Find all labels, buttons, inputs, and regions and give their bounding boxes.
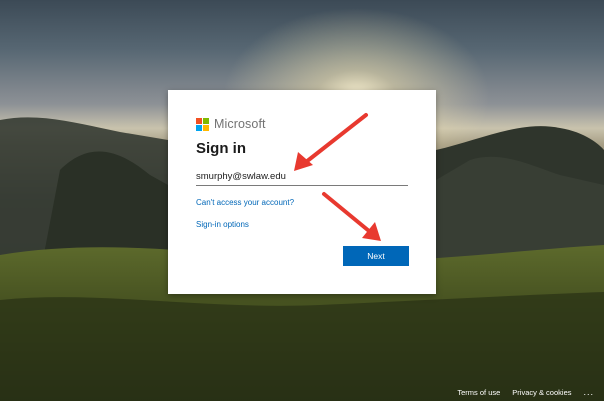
sign-in-page: Microsoft Sign in Can't access your acco… [0,0,604,401]
logo-square-blue [196,124,202,131]
sign-in-card: Microsoft Sign in Can't access your acco… [168,90,436,294]
logo-square-green [203,117,209,124]
microsoft-brand: Microsoft [196,117,266,131]
page-title: Sign in [196,140,246,157]
more-options-icon[interactable]: ... [583,387,594,397]
microsoft-logo-icon [196,117,209,131]
terms-of-use-link[interactable]: Terms of use [457,388,500,397]
cant-access-account-link[interactable]: Can't access your account? [196,198,294,207]
sign-in-options-link[interactable]: Sign-in options [196,220,249,229]
privacy-cookies-link[interactable]: Privacy & cookies [512,388,571,397]
footer: Terms of use Privacy & cookies ... [457,387,594,397]
email-field[interactable] [196,167,408,186]
logo-square-yellow [203,124,209,131]
next-button[interactable]: Next [343,246,409,266]
logo-square-red [196,117,202,124]
brand-name: Microsoft [214,117,266,131]
